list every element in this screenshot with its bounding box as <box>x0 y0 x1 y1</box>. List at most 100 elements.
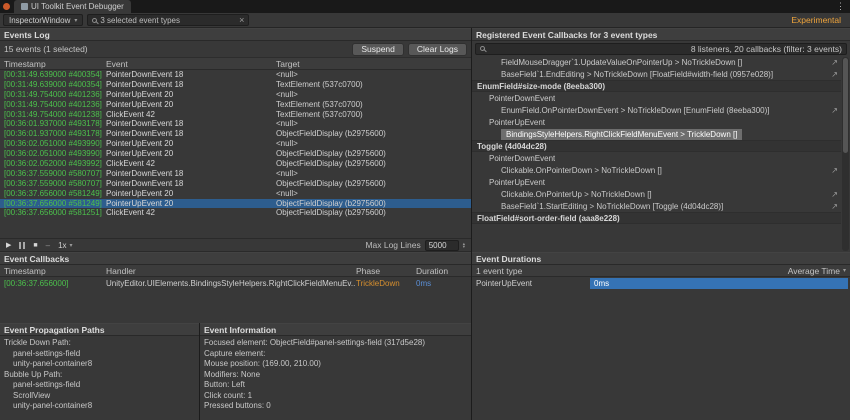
stop-icon[interactable]: ■ <box>33 242 37 249</box>
table-row[interactable]: [00:36:37.656000 #581249] PointerUpEvent… <box>0 199 471 209</box>
event-timestamp: [00:36:02.051000 #493990] <box>0 139 106 149</box>
event-info-line-text: Mouse position: (169.00, 210.00) <box>204 359 321 368</box>
event-target: <null> <box>276 189 471 199</box>
chevron-down-icon: ▾ <box>74 17 77 24</box>
clear-logs-button[interactable]: Clear Logs <box>408 43 467 56</box>
table-row[interactable]: [00:31:49.639000 #400354] PointerDownEve… <box>0 70 471 80</box>
tree-row[interactable]: Toggle (4d04dc28) ↗ <box>472 140 841 152</box>
tree-row[interactable]: Clickable.OnPointerUp > NoTrickleDown []… <box>472 188 841 200</box>
table-row[interactable]: [00:31:49.639000 #400354] PointerDownEve… <box>0 80 471 90</box>
event-info-line-text: Click count: 1 <box>204 391 252 400</box>
event-name: PointerUpEvent 20 <box>106 100 276 110</box>
column-phase[interactable]: Phase <box>356 266 416 276</box>
max-log-lines-input[interactable]: 5000 <box>425 240 459 251</box>
tab-ui-toolkit-event-debugger[interactable]: UI Toolkit Event Debugger <box>14 0 131 13</box>
event-name: PointerUpEvent 20 <box>106 90 276 100</box>
chevron-down-icon: ▾ <box>70 242 73 249</box>
pause-icon[interactable] <box>19 242 25 249</box>
open-source-icon[interactable]: ↗ <box>831 58 841 67</box>
tree-row[interactable]: PointerDownEvent ↗ <box>472 92 841 104</box>
open-source-icon[interactable]: ↗ <box>831 70 841 79</box>
propagation-line: ScrollView <box>4 391 195 402</box>
registered-search-row: 8 listeners, 20 callbacks (filter: 3 eve… <box>472 41 850 56</box>
tree-row[interactable]: FloatField#sort-order-field (aaa8e228) ↗ <box>472 212 841 224</box>
table-row[interactable]: [00:36:37.656000] UnityEditor.UIElements… <box>0 277 471 289</box>
callback-timestamp: [00:36:37.656000] <box>0 279 106 288</box>
events-log-header: Events Log <box>0 28 471 41</box>
event-info-line: Pressed buttons: 0 <box>204 401 467 412</box>
column-timestamp[interactable]: Timestamp <box>0 59 106 69</box>
tree-row[interactable]: PointerDownEvent ↗ <box>472 152 841 164</box>
open-source-icon[interactable]: ↗ <box>831 202 841 211</box>
event-timestamp: [00:36:02.052000 #493992] <box>0 159 106 169</box>
tree-row[interactable]: BaseField`1.StartEditing > NoTrickleDown… <box>472 200 841 212</box>
column-event[interactable]: Event <box>106 59 276 69</box>
event-name: PointerDownEvent 18 <box>106 80 276 90</box>
search-value: 3 selected event types <box>100 16 236 25</box>
callbacks-list: [00:36:37.656000] UnityEditor.UIElements… <box>0 277 471 289</box>
table-row[interactable]: [00:36:01.937000 #493178] PointerDownEve… <box>0 119 471 129</box>
callbacks-search-input[interactable]: 8 listeners, 20 callbacks (filter: 3 eve… <box>475 43 847 55</box>
propagation-line: Bubble Up Path: <box>4 370 195 381</box>
column-duration[interactable]: Duration <box>416 266 471 276</box>
duration-row[interactable]: PointerUpEvent 0ms <box>472 277 850 289</box>
suspend-button[interactable]: Suspend <box>352 43 404 56</box>
clear-search-icon[interactable]: × <box>239 16 244 25</box>
table-row[interactable]: [00:36:37.656000 #581249] PointerUpEvent… <box>0 189 471 199</box>
event-target: ObjectFieldDisplay (b2975600) <box>276 179 471 189</box>
column-target[interactable]: Target <box>276 59 471 69</box>
playback-speed-dropdown[interactable]: 1x ▾ <box>58 241 72 250</box>
event-target: <null> <box>276 70 471 80</box>
tree-scrollbar-thumb[interactable] <box>843 58 848 153</box>
panel-picker-dropdown[interactable]: InspectorWindow ▾ <box>3 14 83 26</box>
tree-row-text: PointerDownEvent <box>489 154 555 163</box>
tab-icon <box>21 3 28 10</box>
window-menu-icon[interactable]: ⋮ <box>836 2 845 11</box>
tree-row[interactable]: FieldMouseDragger`1.UpdateValueOnPointer… <box>472 56 841 68</box>
tree-row[interactable]: BindingsStyleHelpers.RightClickFieldMenu… <box>472 128 841 140</box>
open-source-icon[interactable]: ↗ <box>831 190 841 199</box>
events-log-list: [00:31:49.639000 #400354] PointerDownEve… <box>0 70 471 238</box>
event-info-line-text: Capture element: <box>204 349 265 358</box>
table-row[interactable]: [00:36:37.559000 #580707] PointerDownEve… <box>0 169 471 179</box>
tree-row-text: BaseField`1.StartEditing > NoTrickleDown… <box>501 202 723 211</box>
play-icon[interactable]: ▶ <box>6 242 11 249</box>
tree-row-text: Toggle (4d04dc28) <box>477 142 547 151</box>
column-timestamp[interactable]: Timestamp <box>0 266 106 276</box>
tree-row[interactable]: PointerUpEvent ↗ <box>472 176 841 188</box>
average-time-sort-dropdown[interactable]: Average Time ▾ <box>788 266 846 276</box>
search-icon <box>480 46 485 51</box>
event-name: PointerDownEvent 18 <box>106 129 276 139</box>
tree-row[interactable]: Clickable.OnPointerDown > NoTrickleDown … <box>472 164 841 176</box>
event-info-line: Focused element: ObjectField#panel-setti… <box>204 338 467 349</box>
stepper-icon[interactable]: ▴▾ <box>463 242 465 249</box>
open-source-icon[interactable]: ↗ <box>831 166 841 175</box>
callback-handler: UnityEditor.UIElements.BindingsStyleHelp… <box>106 279 356 288</box>
table-row[interactable]: [00:36:02.052000 #493992] ClickEvent 42 … <box>0 159 471 169</box>
tree-row[interactable]: PointerUpEvent ↗ <box>472 116 841 128</box>
event-target: <null> <box>276 139 471 149</box>
tree-row-text: BindingsStyleHelpers.RightClickFieldMenu… <box>501 129 742 140</box>
table-row[interactable]: [00:36:37.559000 #580707] PointerDownEve… <box>0 179 471 189</box>
tree-row[interactable]: BaseField`1.EndEditing > NoTrickleDown [… <box>472 68 841 80</box>
event-type-search-input[interactable]: 3 selected event types × <box>87 14 249 26</box>
table-row[interactable]: [00:36:02.051000 #493990] PointerUpEvent… <box>0 139 471 149</box>
table-row[interactable]: [00:36:01.937000 #493178] PointerDownEve… <box>0 129 471 139</box>
events-log-toolbar: 15 events (1 selected) Suspend Clear Log… <box>0 41 471 58</box>
table-row[interactable]: [00:36:02.051000 #493990] PointerUpEvent… <box>0 149 471 159</box>
event-info-header: Event Information <box>200 323 471 336</box>
callback-phase: TrickleDown <box>356 279 416 288</box>
table-row[interactable]: [00:36:37.656000 #581251] ClickEvent 42 … <box>0 208 471 218</box>
table-row[interactable]: [00:31:49.754000 #401236] PointerUpEvent… <box>0 90 471 100</box>
event-info-line-text: Focused element: ObjectField#panel-setti… <box>204 338 425 347</box>
tree-row[interactable]: EnumField#size-mode (8eeba300) ↗ <box>472 80 841 92</box>
tree-row-text: FieldMouseDragger`1.UpdateValueOnPointer… <box>501 58 742 67</box>
tree-row[interactable]: EnumField.OnPointerDownEvent > NoTrickle… <box>472 104 841 116</box>
tree-scrollbar[interactable] <box>842 57 849 251</box>
table-row[interactable]: [00:31:49.754000 #401238] ClickEvent 42 … <box>0 110 471 120</box>
event-timestamp: [00:31:49.754000 #401236] <box>0 100 106 110</box>
durations-count-text: 1 event type <box>476 266 522 276</box>
table-row[interactable]: [00:31:49.754000 #401236] PointerUpEvent… <box>0 100 471 110</box>
column-handler[interactable]: Handler <box>106 266 356 276</box>
open-source-icon[interactable]: ↗ <box>831 106 841 115</box>
